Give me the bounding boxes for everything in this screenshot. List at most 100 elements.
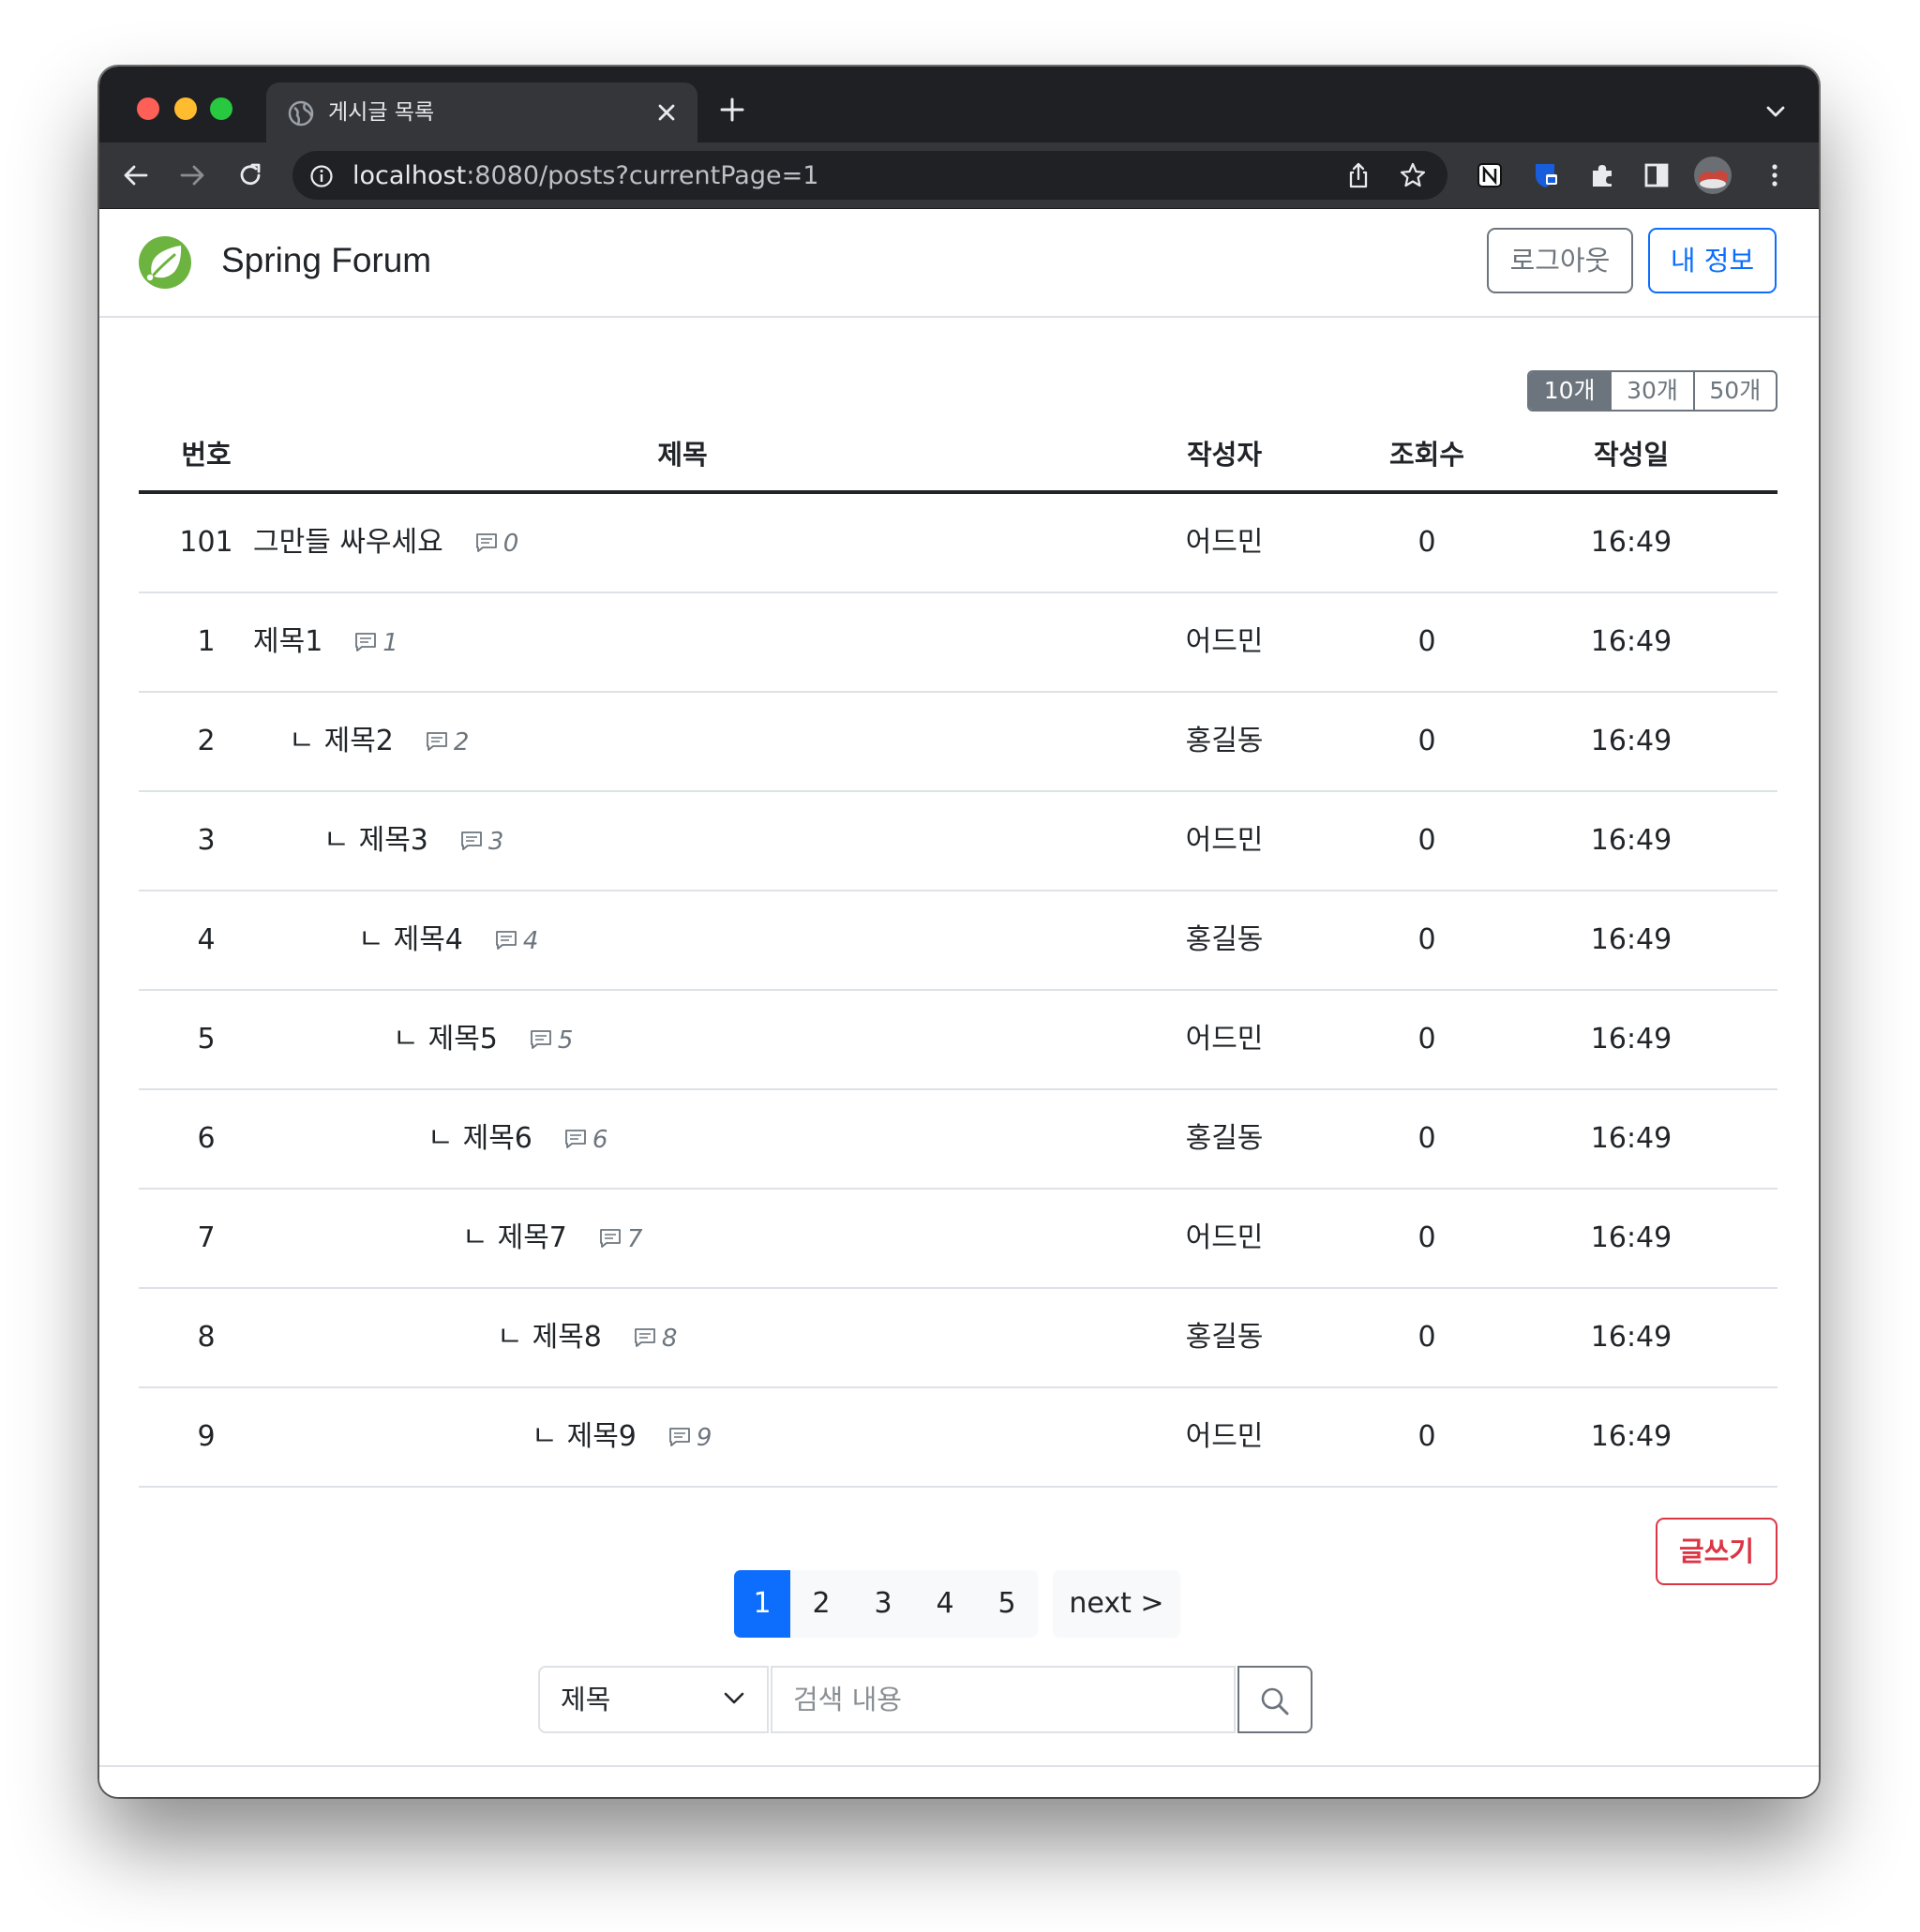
post-number: 5 xyxy=(197,1023,216,1056)
page-3-button[interactable]: 3 xyxy=(852,1570,914,1638)
post-author: 어드민 xyxy=(1185,1420,1264,1453)
table-row: 4 ㄴ 제목4 4 홍길동 0 16:49 xyxy=(139,891,1778,991)
post-date: 16:49 xyxy=(1590,526,1672,559)
page-1-button[interactable]: 1 xyxy=(734,1570,790,1638)
post-author: 홍길동 xyxy=(1185,1122,1264,1155)
new-tab-icon[interactable] xyxy=(718,96,746,124)
post-views: 0 xyxy=(1418,1321,1436,1354)
post-number: 4 xyxy=(197,923,216,956)
reply-indicator: ㄴ xyxy=(428,1122,454,1155)
page-size-30-option[interactable]: 30개 xyxy=(1610,372,1692,410)
write-post-button[interactable]: 글쓰기 xyxy=(1656,1518,1778,1585)
post-title-link[interactable]: ㄴ 제목2 2 xyxy=(289,725,469,759)
comment-count-value: 7 xyxy=(626,1225,643,1253)
next-page-button[interactable]: next > xyxy=(1053,1570,1180,1638)
chevron-down-icon[interactable] xyxy=(1764,100,1787,123)
post-title-link[interactable]: ㄴ 제목8 8 xyxy=(497,1321,677,1355)
maximize-window-button[interactable] xyxy=(210,97,232,120)
post-title-link[interactable]: ㄴ 제목7 7 xyxy=(462,1221,642,1256)
reply-indicator: ㄴ xyxy=(393,1023,419,1056)
info-icon[interactable] xyxy=(309,164,334,188)
page-5-button[interactable]: 5 xyxy=(976,1570,1038,1638)
reload-icon[interactable] xyxy=(236,161,264,189)
page-size-10-option[interactable]: 10개 xyxy=(1529,372,1611,410)
header-title: 제목 xyxy=(657,439,708,471)
reply-indicator: ㄴ xyxy=(358,923,384,956)
tab-bar: 게시글 목록 xyxy=(99,67,1819,142)
comment-count: 5 xyxy=(530,1024,573,1057)
address-bar[interactable]: localhost:8080/posts?currentPage=1 xyxy=(292,151,1448,200)
post-title-link[interactable]: ㄴ 제목4 4 xyxy=(358,923,538,958)
post-number: 8 xyxy=(197,1321,216,1354)
table-header: 번호 제목 작성자 조회수 작성일 xyxy=(139,427,1778,494)
search-button[interactable] xyxy=(1238,1666,1312,1733)
comment-count-value: 6 xyxy=(592,1126,608,1154)
tab-title: 게시글 목록 xyxy=(328,100,435,125)
site-navbar: Spring Forum 로그아웃 내 정보 xyxy=(99,209,1819,318)
post-title-link[interactable]: ㄴ 제목3 3 xyxy=(323,824,503,859)
globe-icon xyxy=(288,100,314,127)
post-title: 제목2 xyxy=(323,725,394,757)
post-views: 0 xyxy=(1418,1023,1436,1056)
comment-count: 4 xyxy=(495,924,538,958)
post-title-link[interactable]: ㄴ 제목9 9 xyxy=(532,1420,712,1455)
post-views: 0 xyxy=(1418,1221,1436,1254)
pagination: 1 2 3 4 5 next > xyxy=(734,1570,1180,1638)
brand-title[interactable]: Spring Forum xyxy=(221,239,431,282)
post-number: 3 xyxy=(197,824,216,857)
comment-count: 7 xyxy=(599,1222,643,1256)
post-title: 제목5 xyxy=(428,1023,498,1056)
close-window-button[interactable] xyxy=(137,97,159,120)
header-views: 조회수 xyxy=(1388,439,1465,471)
post-author: 어드민 xyxy=(1185,1221,1264,1254)
post-views: 0 xyxy=(1418,526,1436,559)
post-author: 홍길동 xyxy=(1185,1321,1264,1354)
browser-window: 게시글 목록 localhost:8080/posts?currentPage=… xyxy=(99,67,1819,1797)
minimize-window-button[interactable] xyxy=(174,97,197,120)
my-info-button[interactable]: 내 정보 xyxy=(1648,228,1777,293)
back-arrow-icon[interactable] xyxy=(122,161,150,189)
notion-extension-icon[interactable] xyxy=(1476,161,1504,189)
reply-indicator: ㄴ xyxy=(462,1221,488,1254)
post-author: 홍길동 xyxy=(1185,923,1264,956)
post-views: 0 xyxy=(1418,1420,1436,1453)
share-icon[interactable] xyxy=(1344,161,1372,189)
comment-icon xyxy=(635,1328,655,1347)
spring-logo-icon[interactable] xyxy=(137,234,193,291)
table-row: 3 ㄴ 제목3 3 어드민 0 16:49 xyxy=(139,792,1778,891)
more-menu-icon[interactable] xyxy=(1761,161,1789,189)
post-date: 16:49 xyxy=(1590,1023,1672,1056)
browser-tab[interactable]: 게시글 목록 xyxy=(266,82,698,142)
forward-arrow-icon[interactable] xyxy=(178,161,206,189)
post-title-link[interactable]: 그만들 싸우세요 0 xyxy=(253,526,518,561)
profile-avatar[interactable] xyxy=(1693,156,1732,195)
table-row: 2 ㄴ 제목2 2 홍길동 0 16:49 xyxy=(139,693,1778,792)
post-title-link[interactable]: ㄴ 제목6 6 xyxy=(428,1122,608,1157)
comment-count-value: 0 xyxy=(502,530,519,558)
search-input[interactable]: 검색 내용 xyxy=(771,1666,1236,1733)
post-number: 2 xyxy=(197,725,216,757)
comment-icon xyxy=(565,1130,586,1148)
post-date: 16:49 xyxy=(1590,1420,1672,1453)
post-author: 홍길동 xyxy=(1185,725,1264,757)
comment-icon xyxy=(496,931,517,950)
page-2-button[interactable]: 2 xyxy=(790,1570,852,1638)
bookmark-star-icon[interactable] xyxy=(1399,161,1427,189)
post-views: 0 xyxy=(1418,923,1436,956)
bitwarden-extension-icon[interactable] xyxy=(1532,161,1560,189)
comment-count: 1 xyxy=(354,626,398,660)
comment-count: 9 xyxy=(668,1421,712,1455)
page-4-button[interactable]: 4 xyxy=(914,1570,976,1638)
search-field-select[interactable]: 제목 xyxy=(538,1666,769,1733)
logout-button[interactable]: 로그아웃 xyxy=(1487,228,1633,293)
puzzle-extensions-icon[interactable] xyxy=(1588,161,1616,189)
header-number: 번호 xyxy=(181,439,232,471)
post-title-link[interactable]: 제목1 1 xyxy=(253,625,398,660)
url-text[interactable]: localhost:8080/posts?currentPage=1 xyxy=(352,162,818,190)
page-content: Spring Forum 로그아웃 내 정보 10개 30개 50개 번호 제목… xyxy=(99,209,1819,1797)
post-title-link[interactable]: ㄴ 제목5 5 xyxy=(393,1023,573,1057)
close-tab-icon[interactable] xyxy=(652,98,681,127)
page-size-50-option[interactable]: 50개 xyxy=(1692,372,1776,410)
comment-icon xyxy=(355,633,377,651)
side-panel-icon[interactable] xyxy=(1642,161,1671,189)
